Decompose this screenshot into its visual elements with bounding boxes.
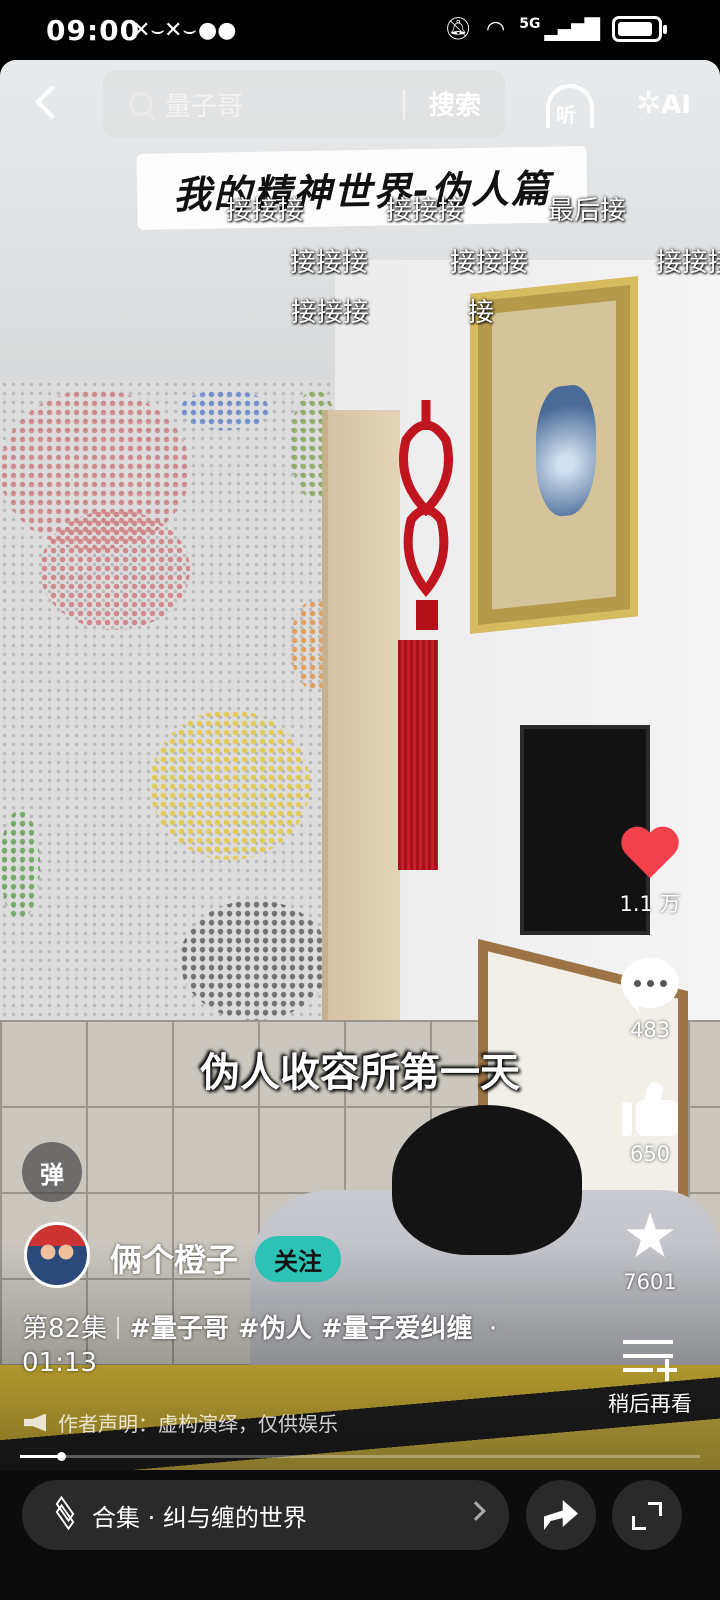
search-icon bbox=[129, 92, 153, 116]
danmaku-toggle-button[interactable]: 弹 bbox=[22, 1142, 82, 1202]
video-duration: 01:13 bbox=[22, 1348, 97, 1378]
danmaku-comment: 接 bbox=[468, 298, 495, 328]
listen-button[interactable]: 听 bbox=[542, 82, 598, 132]
progress-fill bbox=[20, 1455, 61, 1458]
playlist-add-icon bbox=[623, 1340, 677, 1384]
speaker-icon bbox=[24, 1413, 46, 1432]
battery-icon bbox=[612, 16, 667, 42]
fullscreen-button[interactable] bbox=[612, 1480, 682, 1550]
danmaku-comment: 接接接 bbox=[450, 248, 529, 278]
heart-icon bbox=[620, 828, 680, 884]
scene-patterned-wall bbox=[0, 380, 340, 1060]
search-query[interactable]: 量子哥 bbox=[165, 86, 243, 123]
separator-dot: · bbox=[488, 1314, 498, 1344]
danmaku-comment: 接接接 bbox=[226, 196, 305, 226]
recommend-count: 650 bbox=[629, 1142, 671, 1166]
video-progress-bar[interactable] bbox=[20, 1452, 700, 1461]
watch-later-label: 稍后再看 bbox=[608, 1392, 692, 1416]
danmaku-comment: 接接接 bbox=[291, 298, 370, 328]
comment-button[interactable]: 483 bbox=[600, 958, 700, 1042]
collection-button[interactable]: 合集 · 纠与缠的世界 bbox=[22, 1480, 509, 1550]
danmaku-comment: 最后接 bbox=[548, 196, 627, 226]
status-time: 09:00 bbox=[46, 14, 141, 47]
danmaku-comment: 接接接 bbox=[656, 248, 720, 278]
missed-call-icon: ✕⌣ bbox=[164, 18, 197, 43]
mute-icon: 🔕︎ bbox=[444, 16, 473, 42]
status-indicators: 🔕︎ ◠ 5G ▂▄▆█ bbox=[444, 16, 667, 42]
scene-tassel bbox=[398, 640, 438, 870]
share-button[interactable] bbox=[526, 1480, 596, 1550]
danmaku-comment: 接接接 bbox=[386, 196, 465, 226]
missed-call-icon: ✕⌣ bbox=[132, 18, 165, 43]
video-title-banner: 我的精神世界-伪人篇 bbox=[136, 146, 588, 230]
author-disclaimer: 作者声明：虚构演绎，仅供娱乐 bbox=[24, 1408, 338, 1437]
collection-label: 合集 · 纠与缠的世界 bbox=[92, 1503, 307, 1532]
scene-painting bbox=[470, 276, 638, 634]
ai-sparkle-icon: ✲ bbox=[636, 86, 662, 121]
signal-icon: ▂▄▆█ bbox=[544, 17, 600, 41]
bottom-bar: 合集 · 纠与缠的世界 bbox=[0, 1470, 720, 1600]
comment-count: 483 bbox=[629, 1018, 671, 1042]
like-button[interactable]: 1.1 万 bbox=[600, 828, 700, 918]
listen-label: 听 bbox=[556, 103, 576, 127]
follow-button[interactable]: 关注 bbox=[255, 1236, 341, 1282]
comment-icon bbox=[621, 958, 679, 1014]
chevron-right-icon bbox=[466, 1501, 486, 1521]
recommend-button[interactable]: 650 bbox=[600, 1080, 700, 1166]
status-bar: 09:00 ✕⌣ ✕⌣ ●● 🔕︎ ◠ 5G ▂▄▆█ bbox=[0, 0, 720, 66]
scene-person-head bbox=[392, 1105, 582, 1255]
search-button[interactable]: 搜索 bbox=[429, 85, 481, 122]
favorite-button[interactable]: ★ 7601 bbox=[600, 1199, 700, 1295]
episode-number[interactable]: 第82集 bbox=[22, 1314, 107, 1344]
network-label: 5G bbox=[519, 16, 541, 32]
watch-later-button[interactable]: 稍后再看 bbox=[600, 1340, 700, 1418]
video-description: 第82集 #量子哥 #伪人 #量子爱纠缠 · bbox=[22, 1308, 497, 1345]
like-count: 1.1 万 bbox=[619, 892, 681, 916]
scene-chinese-knot bbox=[399, 400, 453, 630]
search-box[interactable]: 量子哥 搜索 bbox=[103, 70, 505, 138]
favorite-count: 7601 bbox=[623, 1270, 677, 1294]
progress-handle[interactable] bbox=[56, 1452, 66, 1461]
back-button[interactable] bbox=[30, 84, 70, 124]
author-name[interactable]: 俩个橙子 bbox=[110, 1235, 238, 1281]
share-icon bbox=[544, 1500, 578, 1530]
layers-icon bbox=[52, 1495, 78, 1531]
search-divider bbox=[403, 90, 405, 120]
hashtags[interactable]: #量子哥 #伪人 #量子爱纠缠 bbox=[129, 1314, 472, 1344]
disclaimer-text: 作者声明：虚构演绎，仅供娱乐 bbox=[58, 1412, 338, 1436]
star-icon: ★ bbox=[622, 1199, 678, 1272]
danmaku-comment: 接接接 bbox=[290, 248, 369, 278]
wechat-icon: ●● bbox=[198, 18, 237, 43]
wifi-icon: ◠ bbox=[486, 16, 506, 42]
divider bbox=[117, 1317, 120, 1339]
avatar[interactable] bbox=[24, 1222, 90, 1288]
ai-button[interactable]: ✲AI bbox=[636, 86, 691, 121]
scene-door bbox=[322, 410, 400, 1050]
thumbs-up-icon bbox=[620, 1080, 680, 1138]
ai-label: AI bbox=[661, 90, 691, 120]
